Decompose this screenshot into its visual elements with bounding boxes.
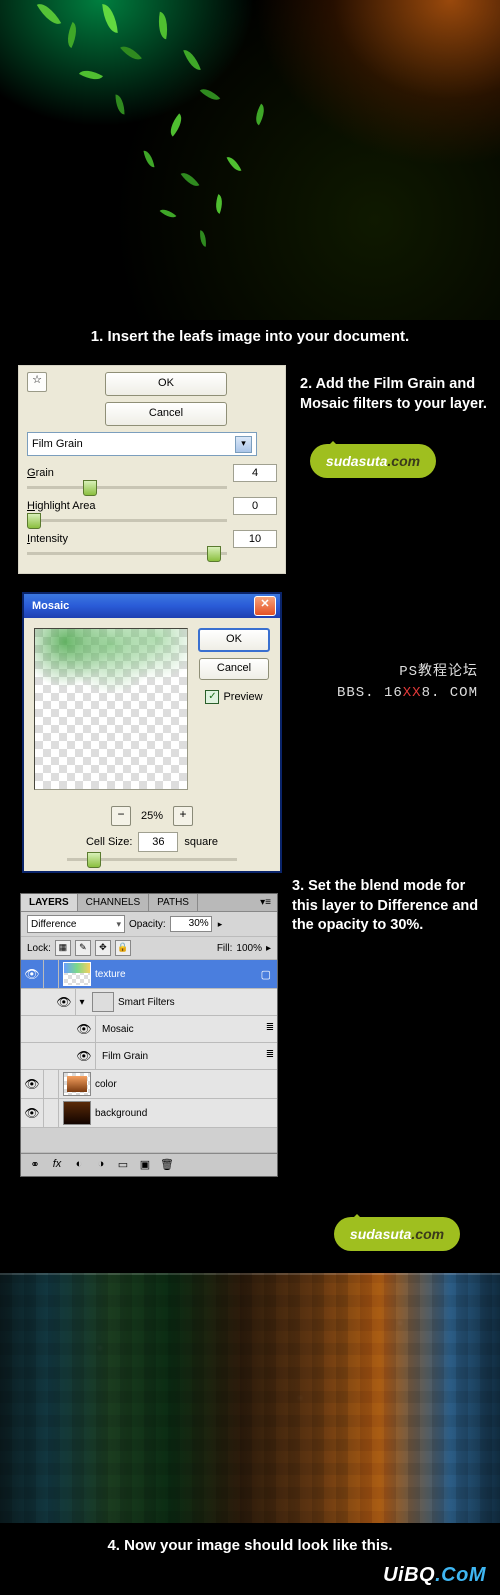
cancel-button[interactable]: Cancel <box>105 402 227 426</box>
mosaic-titlebar: Mosaic ✕ <box>24 594 280 618</box>
uibq-watermark: UiBQ.CoM <box>0 1564 500 1595</box>
filter-filmgrain-row[interactable]: 👁 Film Grain ≣ <box>21 1043 277 1070</box>
step2-caption: 2. Add the Film Grain and Mosaic filters… <box>300 375 488 414</box>
filter-select[interactable]: Film Grain ▾ <box>27 432 257 456</box>
chevron-down-icon: ▾ <box>116 919 121 930</box>
visibility-icon[interactable]: 👁 <box>53 989 76 1015</box>
cell-size-label-post: square <box>184 836 218 848</box>
ps-watermark: PS教程论坛 BBS. 16XX8. COM <box>282 654 500 704</box>
highlight-value-input[interactable]: 0 <box>233 497 277 515</box>
visibility-icon[interactable]: 👁 <box>21 960 44 988</box>
film-grain-panel: ☆ OK Cancel Film Grain ▾ Grain 4 Highlig… <box>18 365 286 574</box>
link-layers-icon[interactable]: ⚭ <box>27 1158 43 1172</box>
cell-size-slider[interactable] <box>67 858 237 861</box>
step1-caption: 1. Insert the leafs image into your docu… <box>0 320 500 365</box>
mosaic-dialog: Mosaic ✕ OK Cancel ✓ Preview − 25% <box>22 592 282 873</box>
opacity-label: Opacity: <box>129 919 166 930</box>
visibility-icon[interactable]: 👁 <box>73 1043 96 1069</box>
layer-background[interactable]: 👁 background <box>21 1099 277 1128</box>
mosaic-preview <box>34 628 188 790</box>
tab-paths[interactable]: PATHS <box>149 894 198 911</box>
ok-button[interactable]: OK <box>105 372 227 396</box>
layer-thumbnail <box>63 1101 91 1125</box>
sudasuta-badge: sudasuta.com <box>310 444 436 478</box>
visibility-icon[interactable]: 👁 <box>21 1070 44 1098</box>
lock-transparency-icon[interactable]: ▦ <box>55 940 71 956</box>
mask-icon[interactable]: ◐ <box>71 1158 87 1172</box>
tab-channels[interactable]: CHANNELS <box>78 894 149 911</box>
cell-size-input[interactable] <box>138 832 178 852</box>
layer-thumbnail <box>63 962 91 986</box>
layer-texture[interactable]: 👁 texture ▢ <box>21 960 277 989</box>
fill-flyout-icon[interactable]: ▸ <box>266 943 271 954</box>
filter-options-icon[interactable]: ≣ <box>263 1049 277 1063</box>
opacity-input[interactable]: 30% <box>170 916 212 932</box>
fx-icon[interactable]: fx <box>49 1158 65 1172</box>
filter-select-value: Film Grain <box>32 438 83 450</box>
smart-object-icon: ▢ <box>255 968 277 981</box>
cell-size-label-pre: Cell Size: <box>86 836 132 848</box>
sudasuta-badge: sudasuta.com <box>334 1217 460 1251</box>
zoom-in-button[interactable]: + <box>173 806 193 826</box>
smart-filters-row[interactable]: 👁 ▾ Smart Filters <box>21 989 277 1016</box>
layer-thumbnail <box>63 1072 91 1096</box>
close-button[interactable]: ✕ <box>254 596 276 616</box>
zoom-level: 25% <box>141 810 163 822</box>
layer-color[interactable]: 👁 color <box>21 1070 277 1099</box>
step4-caption: 4. Now your image should look like this. <box>0 1523 500 1564</box>
preview-checkbox[interactable]: ✓ Preview <box>205 690 262 704</box>
tab-layers[interactable]: LAYERS <box>21 894 78 911</box>
fill-label: Fill: <box>217 943 233 954</box>
intensity-value-input[interactable]: 10 <box>233 530 277 548</box>
highlight-slider[interactable] <box>27 519 227 522</box>
group-icon[interactable]: ▭ <box>115 1158 131 1172</box>
fill-input[interactable]: 100% <box>236 943 262 954</box>
check-icon: ✓ <box>205 690 219 704</box>
adjustment-layer-icon[interactable]: ◑ <box>93 1158 109 1172</box>
intensity-label: Intensity <box>27 533 68 545</box>
new-layer-icon[interactable]: ▣ <box>137 1158 153 1172</box>
step3-caption: 3. Set the blend mode for this layer to … <box>292 877 488 936</box>
lock-move-icon[interactable]: ✥ <box>95 940 111 956</box>
blend-mode-select[interactable]: Difference▾ <box>27 915 125 933</box>
lock-label: Lock: <box>27 943 51 954</box>
opacity-flyout-icon[interactable]: ▸ <box>216 919 225 930</box>
grain-label: Grain <box>27 467 54 479</box>
mosaic-cancel-button[interactable]: Cancel <box>199 658 269 680</box>
grain-value-input[interactable]: 4 <box>233 464 277 482</box>
chevron-down-icon: ▾ <box>235 436 252 453</box>
intensity-slider[interactable] <box>27 552 227 555</box>
result-image <box>0 1273 500 1523</box>
layers-panel: LAYERS CHANNELS PATHS ▾≡ Difference▾ Opa… <box>20 893 278 1177</box>
mosaic-ok-button[interactable]: OK <box>198 628 270 652</box>
visibility-icon[interactable]: 👁 <box>73 1016 96 1042</box>
lock-brush-icon[interactable]: ✎ <box>75 940 91 956</box>
filter-options-icon[interactable]: ≣ <box>263 1022 277 1036</box>
filter-mosaic-row[interactable]: 👁 Mosaic ≣ <box>21 1016 277 1043</box>
panel-collapse-button[interactable]: ☆ <box>27 372 47 392</box>
mosaic-title: Mosaic <box>32 600 69 612</box>
leaf-illustration <box>0 0 500 320</box>
highlight-label: Highlight Area <box>27 500 96 512</box>
grain-slider[interactable] <box>27 486 227 489</box>
visibility-icon[interactable]: 👁 <box>21 1099 44 1127</box>
lock-all-icon[interactable]: 🔒 <box>115 940 131 956</box>
trash-icon[interactable]: 🗑 <box>159 1158 175 1172</box>
zoom-out-button[interactable]: − <box>111 806 131 826</box>
panel-menu-icon[interactable]: ▾≡ <box>254 894 277 911</box>
filter-mask-thumbnail <box>92 992 114 1012</box>
